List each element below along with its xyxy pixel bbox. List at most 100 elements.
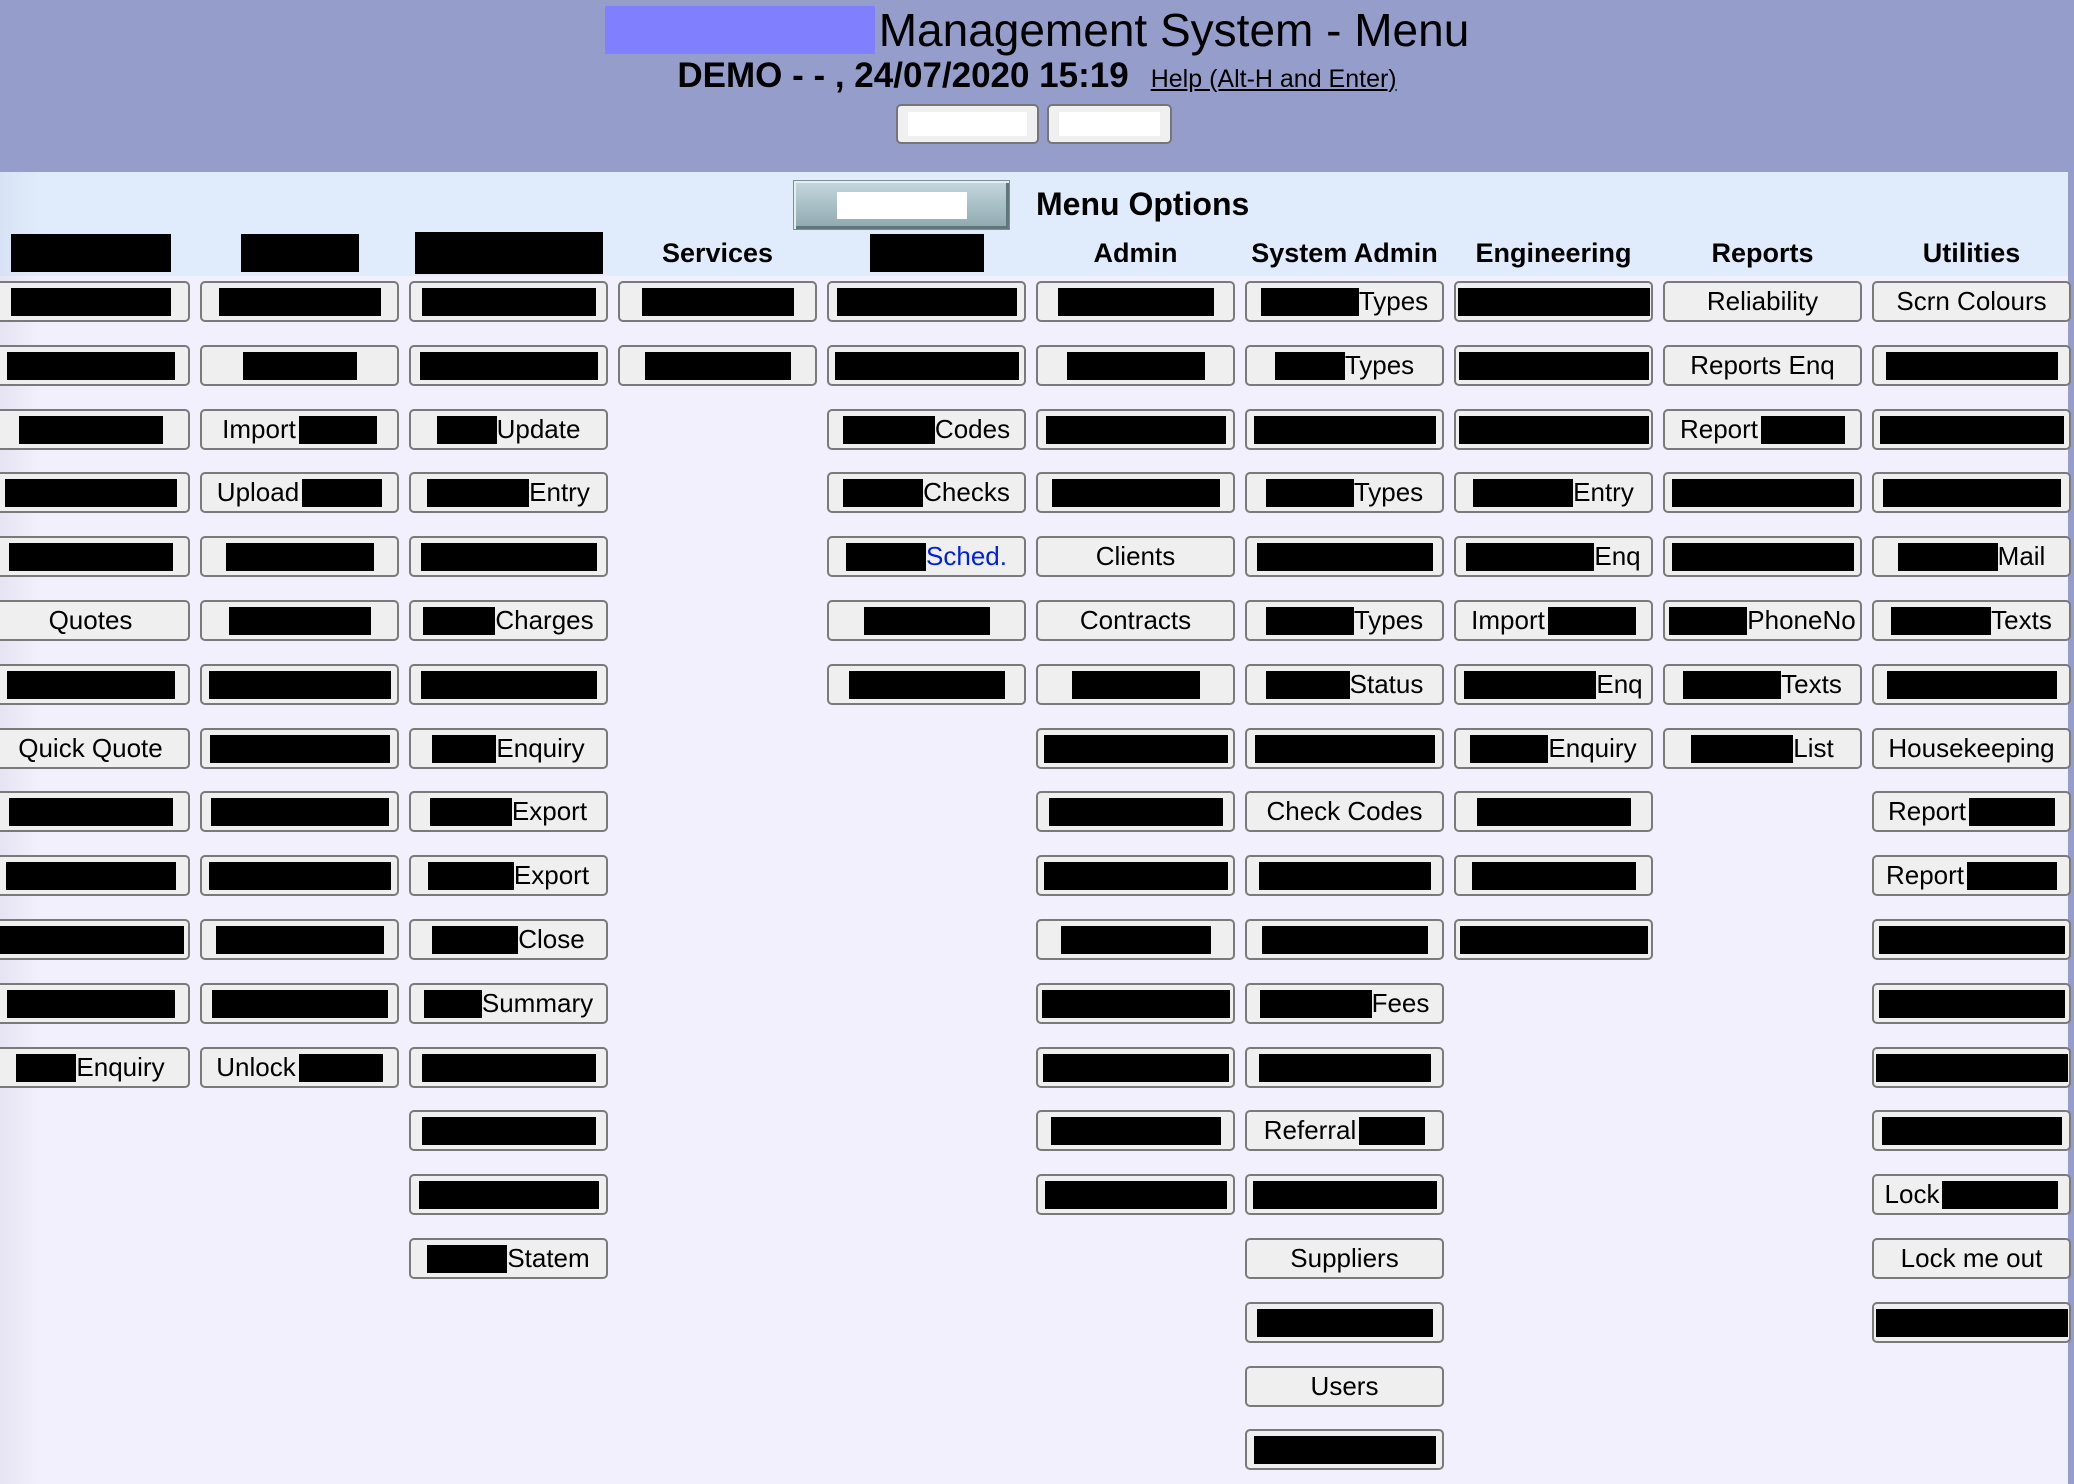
menu-button-utilities-redacted[interactable] bbox=[1872, 664, 2071, 705]
menu-button-col3-export[interactable]: Export bbox=[409, 855, 608, 896]
menu-button-engineering-enq[interactable]: Enq bbox=[1454, 536, 1653, 577]
menu-button-col5-redacted[interactable] bbox=[827, 345, 1026, 386]
menu-button-admin-redacted[interactable] bbox=[1036, 855, 1235, 896]
menu-button-col1-redacted[interactable] bbox=[0, 472, 190, 513]
menu-button-utilities-texts[interactable]: Texts bbox=[1872, 600, 2071, 641]
menu-button-col3-close[interactable]: Close bbox=[409, 919, 608, 960]
menu-button-utilities-redacted[interactable] bbox=[1872, 1047, 2071, 1088]
menu-button-utilities-redacted[interactable] bbox=[1872, 345, 2071, 386]
menu-button-system-admin-status[interactable]: Status bbox=[1245, 664, 1444, 705]
menu-button-utilities-scrn-colours[interactable]: Scrn Colours bbox=[1872, 281, 2071, 322]
menu-button-col2-upload[interactable]: Upload bbox=[200, 472, 399, 513]
menu-button-admin-redacted[interactable] bbox=[1036, 791, 1235, 832]
menu-button-col5-checks[interactable]: Checks bbox=[827, 472, 1026, 513]
menu-button-col2-import[interactable]: Import bbox=[200, 409, 399, 450]
menu-button-col5-codes[interactable]: Codes bbox=[827, 409, 1026, 450]
menu-button-admin-redacted[interactable] bbox=[1036, 1047, 1235, 1088]
menu-button-col3-entry[interactable]: Entry bbox=[409, 472, 608, 513]
menu-button-system-admin-check-codes[interactable]: Check Codes bbox=[1245, 791, 1444, 832]
menu-button-col3-redacted[interactable] bbox=[409, 1174, 608, 1215]
menu-button-utilities-housekeeping[interactable]: Housekeeping bbox=[1872, 728, 2071, 769]
menu-button-engineering-enq[interactable]: Enq bbox=[1454, 664, 1653, 705]
menu-button-engineering-redacted[interactable] bbox=[1454, 855, 1653, 896]
menu-button-admin-redacted[interactable] bbox=[1036, 409, 1235, 450]
menu-button-admin-redacted[interactable] bbox=[1036, 664, 1235, 705]
menu-button-col3-redacted[interactable] bbox=[409, 345, 608, 386]
menu-button-system-admin-redacted[interactable] bbox=[1245, 1429, 1444, 1470]
menu-button-reports-redacted[interactable] bbox=[1663, 472, 1862, 513]
menu-button-system-admin-referral[interactable]: Referral bbox=[1245, 1110, 1444, 1151]
menu-button-engineering-redacted[interactable] bbox=[1454, 409, 1653, 450]
menu-button-col2-redacted[interactable] bbox=[200, 728, 399, 769]
menu-button-system-admin-users[interactable]: Users bbox=[1245, 1366, 1444, 1407]
menu-button-system-admin-types[interactable]: Types bbox=[1245, 281, 1444, 322]
menu-button-col1-enquiry[interactable]: Enquiry bbox=[0, 1047, 190, 1088]
menu-button-engineering-redacted[interactable] bbox=[1454, 345, 1653, 386]
menu-button-col3-redacted[interactable] bbox=[409, 281, 608, 322]
menu-button-col3-statem[interactable]: Statem bbox=[409, 1238, 608, 1279]
menu-button-reports-phoneno[interactable]: PhoneNo bbox=[1663, 600, 1862, 641]
menu-button-col1-redacted[interactable] bbox=[0, 983, 190, 1024]
menu-button-admin-redacted[interactable] bbox=[1036, 728, 1235, 769]
menu-button-utilities-report[interactable]: Report bbox=[1872, 855, 2071, 896]
menu-button-col2-redacted[interactable] bbox=[200, 983, 399, 1024]
menu-button-system-admin-types[interactable]: Types bbox=[1245, 345, 1444, 386]
menu-button-utilities-mail[interactable]: Mail bbox=[1872, 536, 2071, 577]
menu-button-col1-redacted[interactable] bbox=[0, 664, 190, 705]
menu-button-admin-redacted[interactable] bbox=[1036, 1110, 1235, 1151]
menu-button-col1-redacted[interactable] bbox=[0, 281, 190, 322]
header-button-1[interactable] bbox=[896, 104, 1039, 144]
menu-button-engineering-redacted[interactable] bbox=[1454, 919, 1653, 960]
menu-button-reports-report[interactable]: Report bbox=[1663, 409, 1862, 450]
menu-button-col3-enquiry[interactable]: Enquiry bbox=[409, 728, 608, 769]
menu-button-system-admin-redacted[interactable] bbox=[1245, 536, 1444, 577]
menu-button-col1-redacted[interactable] bbox=[0, 409, 190, 450]
menu-button-admin-redacted[interactable] bbox=[1036, 919, 1235, 960]
menu-button-engineering-redacted[interactable] bbox=[1454, 791, 1653, 832]
menu-button-system-admin-fees[interactable]: Fees bbox=[1245, 983, 1444, 1024]
menu-button-utilities-redacted[interactable] bbox=[1872, 1302, 2071, 1343]
menu-button-system-admin-redacted[interactable] bbox=[1245, 409, 1444, 450]
menu-button-reports-reliability[interactable]: Reliability bbox=[1663, 281, 1862, 322]
menu-button-engineering-import[interactable]: Import bbox=[1454, 600, 1653, 641]
menu-button-col5-redacted[interactable] bbox=[827, 664, 1026, 705]
menu-button-col2-redacted[interactable] bbox=[200, 919, 399, 960]
menu-button-col3-redacted[interactable] bbox=[409, 1110, 608, 1151]
menu-button-system-admin-redacted[interactable] bbox=[1245, 1302, 1444, 1343]
menu-button-col2-redacted[interactable] bbox=[200, 281, 399, 322]
menu-button-utilities-report[interactable]: Report bbox=[1872, 791, 2071, 832]
menu-button-col2-unlock[interactable]: Unlock bbox=[200, 1047, 399, 1088]
menu-button-col3-redacted[interactable] bbox=[409, 1047, 608, 1088]
menu-button-system-admin-suppliers[interactable]: Suppliers bbox=[1245, 1238, 1444, 1279]
menu-button-reports-texts[interactable]: Texts bbox=[1663, 664, 1862, 705]
menu-button-col3-export[interactable]: Export bbox=[409, 791, 608, 832]
menu-button-col2-redacted[interactable] bbox=[200, 600, 399, 641]
menu-button-col3-redacted[interactable] bbox=[409, 664, 608, 705]
menu-button-utilities-redacted[interactable] bbox=[1872, 983, 2071, 1024]
menu-button-utilities-lock-me-out[interactable]: Lock me out bbox=[1872, 1238, 2071, 1279]
menu-button-services-redacted[interactable] bbox=[618, 345, 817, 386]
menu-button-col3-summary[interactable]: Summary bbox=[409, 983, 608, 1024]
menu-button-col1-redacted[interactable] bbox=[0, 791, 190, 832]
menu-button-col1-quick-quote[interactable]: Quick Quote bbox=[0, 728, 190, 769]
menu-button-col3-charges[interactable]: Charges bbox=[409, 600, 608, 641]
menu-button-utilities-redacted[interactable] bbox=[1872, 472, 2071, 513]
menu-button-admin-contracts[interactable]: Contracts bbox=[1036, 600, 1235, 641]
menu-button-reports-list[interactable]: List bbox=[1663, 728, 1862, 769]
menu-button-col5-redacted[interactable] bbox=[827, 281, 1026, 322]
menu-button-engineering-entry[interactable]: Entry bbox=[1454, 472, 1653, 513]
menu-button-admin-redacted[interactable] bbox=[1036, 983, 1235, 1024]
menu-button-col2-redacted[interactable] bbox=[200, 855, 399, 896]
menu-button-admin-redacted[interactable] bbox=[1036, 472, 1235, 513]
menu-button-system-admin-redacted[interactable] bbox=[1245, 1047, 1444, 1088]
menu-button-system-admin-redacted[interactable] bbox=[1245, 919, 1444, 960]
menu-button-system-admin-types[interactable]: Types bbox=[1245, 472, 1444, 513]
menu-button-admin-redacted[interactable] bbox=[1036, 281, 1235, 322]
menu-button-col2-redacted[interactable] bbox=[200, 791, 399, 832]
menu-button-system-admin-redacted[interactable] bbox=[1245, 1174, 1444, 1215]
menu-button-col3-update[interactable]: Update bbox=[409, 409, 608, 450]
menu-button-col1-redacted[interactable] bbox=[0, 919, 190, 960]
menu-button-engineering-redacted[interactable] bbox=[1454, 281, 1653, 322]
menu-button-reports-reports-enq[interactable]: Reports Enq bbox=[1663, 345, 1862, 386]
menu-button-utilities-redacted[interactable] bbox=[1872, 1110, 2071, 1151]
